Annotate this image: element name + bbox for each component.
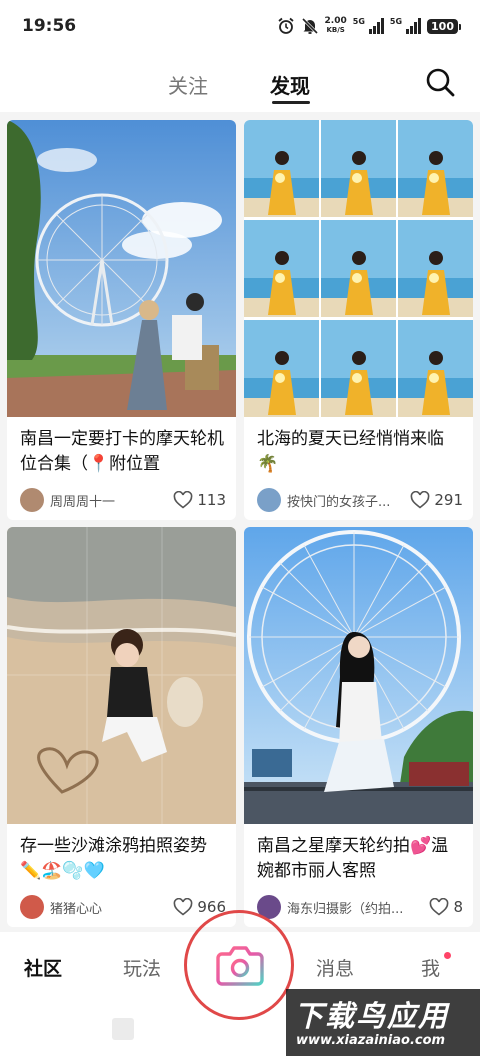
nav-community[interactable]: 社区 [24,954,62,981]
card-image-beach-heart[interactable] [7,527,236,824]
beach-yellow-dress-grid [244,120,473,417]
active-tab-indicator [272,101,310,104]
heart-icon [174,491,193,509]
status-bar: 19:56 2.00 KB/S 5G 5G 100 [0,0,480,52]
heart-icon [411,491,430,509]
author-avatar[interactable] [20,895,44,919]
discover-feed[interactable]: 南昌一定要打卡的摩天轮机位合集（📍附位置 周周周十一 113 北海的夏天已经悄悄… [0,112,480,932]
card-title[interactable]: 北海的夏天已经悄悄来临🌴 [244,417,473,477]
author-name[interactable]: 周周周十一 [50,491,167,510]
net-speed: 2.00 KB/S [325,17,347,35]
status-time: 19:56 [22,16,77,36]
ferris-wheel-woman-photo [244,527,473,824]
heart-icon [174,898,193,916]
alarm-icon [277,17,294,34]
like-count: 291 [434,491,463,509]
card-meta: 周周周十一 113 [7,480,236,520]
card-title[interactable]: 存一些沙滩涂鸦拍照姿势✏️🏖️🫧🩵 [7,824,236,884]
feed-card[interactable]: 北海的夏天已经悄悄来临🌴 按快门的女孩子... 291 [244,120,473,520]
watermark-logo: 下载鸟应用 [294,999,450,1033]
feed-card[interactable]: 南昌之星摩天轮约拍💕温婉都市丽人客照 海东归摄影（约拍... 8 [244,527,473,927]
tab-discover[interactable]: 发现 [270,70,310,99]
net-speed-unit: KB/S [326,26,345,34]
nav-play[interactable]: 玩法 [123,954,161,981]
card-title[interactable]: 南昌之星摩天轮约拍💕温婉都市丽人客照 [244,824,473,884]
battery-icon: 100 [427,18,461,34]
card-meta: 海东归摄影（约拍... 8 [244,887,473,927]
card-meta: 按快门的女孩子... 291 [244,480,473,520]
card-image-ferris-wheel-woman[interactable] [244,527,473,824]
author-avatar[interactable] [20,488,44,512]
watermark: 下载鸟应用 www.xiazainiao.com [286,989,480,1056]
card-meta: 猪猪心心 966 [7,887,236,927]
feed-card[interactable]: 存一些沙滩涂鸦拍照姿势✏️🏖️🫧🩵 猪猪心心 966 [7,527,236,927]
author-avatar[interactable] [257,488,281,512]
network-type-1: 5G [352,17,365,26]
nav-me[interactable]: 我 [421,954,440,981]
author-name[interactable]: 按快门的女孩子... [287,491,404,510]
notification-dot [444,952,451,959]
watermark-url: www.xiazainiao.com [296,1033,446,1048]
mute-icon [301,17,318,35]
signal-icon [368,18,384,34]
nav-messages[interactable]: 消息 [316,954,354,981]
author-name[interactable]: 猪猪心心 [50,898,167,917]
ferris-wheel-couple-photo [7,120,236,417]
author-name[interactable]: 海东归摄影（约拍... [287,898,423,917]
card-image-ferris-wheel-couple[interactable] [7,120,236,417]
card-image-beach-grid[interactable] [244,120,473,417]
like-count: 8 [453,898,463,916]
like-button[interactable]: 291 [410,491,463,509]
heart-icon [430,898,449,916]
network-type-2: 5G [389,17,403,26]
feed-card[interactable]: 南昌一定要打卡的摩天轮机位合集（📍附位置 周周周十一 113 [7,120,236,520]
tab-follow[interactable]: 关注 [168,70,208,99]
beach-heart-drawing-photo [7,527,236,824]
net-speed-value: 2.00 [324,16,347,26]
like-button[interactable]: 113 [173,491,226,509]
status-icons: 2.00 KB/S 5G 5G 100 [277,17,461,35]
like-count: 113 [197,491,226,509]
search-icon[interactable] [424,66,456,98]
camera-highlight-circle [184,910,294,1020]
card-title[interactable]: 南昌一定要打卡的摩天轮机位合集（📍附位置 [7,417,236,477]
top-tab-bar: 关注 发现 [0,52,480,112]
system-nav-button[interactable] [112,1018,134,1040]
like-button[interactable]: 8 [429,898,463,916]
signal-icon-2 [406,18,422,34]
